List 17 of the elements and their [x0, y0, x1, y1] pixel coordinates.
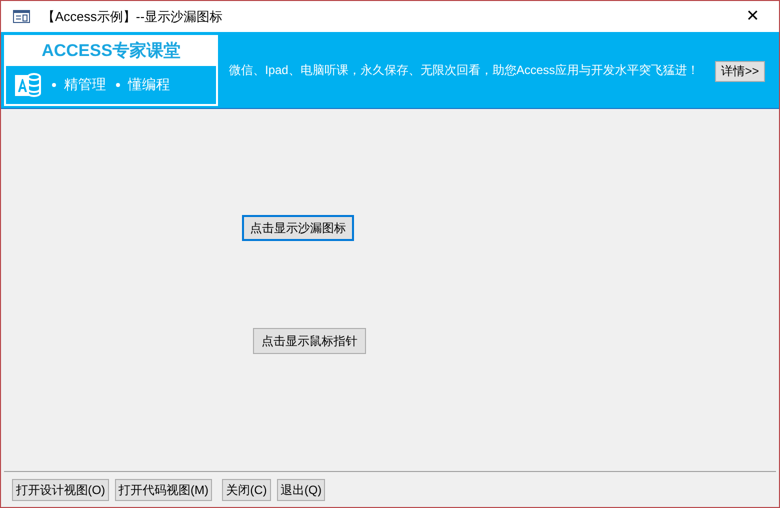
slogan-text: 精管理 [64, 75, 106, 94]
bullet-icon [116, 82, 120, 86]
form-icon [13, 10, 30, 23]
footer-button[interactable]: 退出(Q) [277, 478, 325, 500]
form-button[interactable]: 点击显示鼠标指针 [253, 328, 366, 354]
database-icon [14, 70, 42, 98]
details-button[interactable]: 详情>> [714, 60, 765, 82]
bullet-icon [52, 82, 56, 86]
logo-title: ACCESS专家课堂 [40, 40, 182, 62]
footer-button[interactable]: 打开设计视图(O) [12, 478, 109, 500]
slogan-text: 懂编程 [128, 75, 170, 94]
close-button[interactable]: ✕ [746, 4, 759, 28]
promo-text: 微信、Ipad、电脑听课，永久保存、无限次回看，助您Access应用与开发水平突飞猛进！ [229, 62, 700, 79]
footer-button[interactable]: 关闭(C) [222, 478, 271, 500]
form-button[interactable]: 点击显示沙漏图标 [242, 215, 354, 241]
footer-button[interactable]: 打开代码视图(M) [115, 478, 212, 500]
window-title: 【Access示例】--显示沙漏图标 [42, 8, 223, 26]
